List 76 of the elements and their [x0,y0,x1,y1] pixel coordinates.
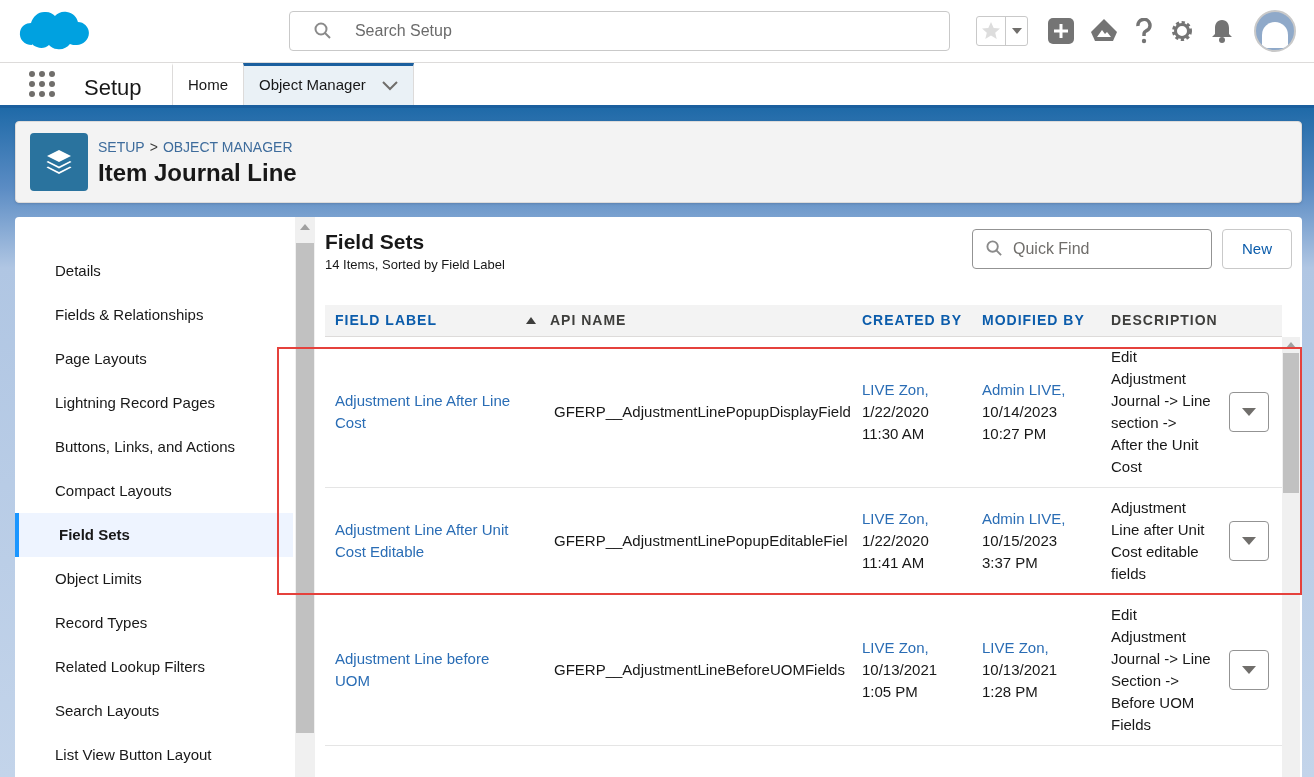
table-cell: Edit Adjustment Journal -> Line Section -> Before UOM Fields [1111,606,1211,733]
sort-ascending-icon[interactable] [526,317,536,324]
nav-tab[interactable]: Object Manager [243,63,414,105]
sidebar-item[interactable]: Fields & Relationships [15,293,293,337]
table-cell-text: 10/13/2021 [982,660,1059,680]
table-cell-text: 1:28 PM [982,682,1039,702]
user-link[interactable]: LIVE Zon, [862,379,972,401]
column-header[interactable]: FIELD LABEL [335,310,437,331]
caret-down-icon [1242,408,1256,416]
row-actions-button[interactable] [1229,521,1269,561]
column-header[interactable]: CREATED BY [862,310,962,331]
user-link[interactable]: LIVE Zon, [862,508,972,530]
user-link[interactable]: Admin LIVE, [982,508,1101,530]
table-cell: Adjustment Line after Unit Cost editable fields [1111,499,1205,582]
sidebar-item[interactable]: Object Limits [15,557,293,601]
table-cell-text: 1/22/2020 [862,531,930,551]
user-link[interactable]: LIVE Zon, [982,637,1101,659]
settings-icon[interactable] [1170,19,1194,43]
field-label-link[interactable]: Adjustment Line After Line Cost [335,390,526,434]
breadcrumb-link[interactable]: SETUP [98,136,145,158]
field-label-link[interactable]: Adjustment Line before UOM [335,648,526,692]
sidebar-item[interactable]: Page Layouts [15,337,293,381]
new-button[interactable]: New [1222,229,1292,269]
chevron-down-icon[interactable] [381,80,398,91]
sidebar-item[interactable]: Details [15,249,293,293]
table-cell-text: 11:30 AM [862,424,926,444]
row-actions-button[interactable] [1229,650,1269,690]
sidebar-item[interactable]: List View Button Layout [15,733,293,777]
breadcrumb-link[interactable]: OBJECT MANAGER [162,136,293,158]
table-cell-text: 1:05 PM [862,682,919,702]
caret-down-icon [1242,666,1256,674]
sidebar-item[interactable]: Related Lookup Filters [15,645,293,689]
column-header: API NAME [550,311,627,330]
quick-find-field[interactable]: Quick Find [972,229,1212,269]
sidebar-item[interactable]: Compact Layouts [15,469,293,513]
section-title: Field Sets [325,229,426,255]
search-icon [986,240,1003,257]
add-icon[interactable] [1048,18,1074,44]
table-cell-text: 10/15/2023 [982,531,1059,551]
sidebar-item[interactable]: Buttons, Links, and Actions [15,425,293,469]
caret-down-icon [1242,537,1256,545]
table-cell-text: 11:41 AM [862,553,926,573]
table-cell-text: 10/13/2021 [862,660,939,680]
row-actions-button[interactable] [1229,392,1269,432]
user-link[interactable]: Admin LIVE, [982,379,1101,401]
table-cell: GFERP__AdjustmentLinePopupEditableFiel [554,532,848,549]
help-icon[interactable] [1134,18,1154,44]
search-icon [313,22,332,40]
bell-icon[interactable] [1210,18,1234,44]
column-header: DESCRIPTION [1111,311,1218,330]
table-cell-text: 10/14/2023 [982,402,1059,422]
column-header[interactable]: MODIFIED BY [982,310,1085,331]
field-label-link[interactable]: Adjustment Line After Unit Cost Editable [335,519,526,563]
app-name: Setup [84,74,142,102]
sidebar-item[interactable]: Field Sets [15,513,293,557]
scrollbar[interactable] [1282,337,1300,777]
page-title: Item Journal Line [98,157,297,188]
avatar[interactable] [1254,10,1296,52]
scrollbar[interactable] [295,217,315,777]
table-cell: GFERP__AdjustmentLineBeforeUOMFields [554,661,845,678]
sidebar-item[interactable]: Lightning Record Pages [15,381,293,425]
breadcrumb-separator: > [149,137,158,157]
table-cell-text: 3:37 PM [982,553,1039,573]
table-cell-text: 10:27 PM [982,424,1048,444]
user-link[interactable]: LIVE Zon, [862,637,972,659]
table-cell: GFERP__AdjustmentLinePopupDisplayField [554,403,851,420]
table-cell: Edit Adjustment Journal -> Line section -> After the Unit Cost [1111,348,1211,475]
sidebar-item[interactable]: Record Types [15,601,293,645]
layers-icon [30,133,88,191]
sidebar-item[interactable]: Search Layouts [15,689,293,733]
table-cell-text: 1/22/2020 [862,402,930,422]
search-field[interactable]: Search Setup [288,11,950,51]
caret-down-icon [1011,28,1022,34]
app-launcher-icon[interactable] [28,70,56,98]
scroll-up-icon[interactable] [1286,341,1296,349]
item-count: 14 Items, Sorted by Field Label [325,256,505,274]
